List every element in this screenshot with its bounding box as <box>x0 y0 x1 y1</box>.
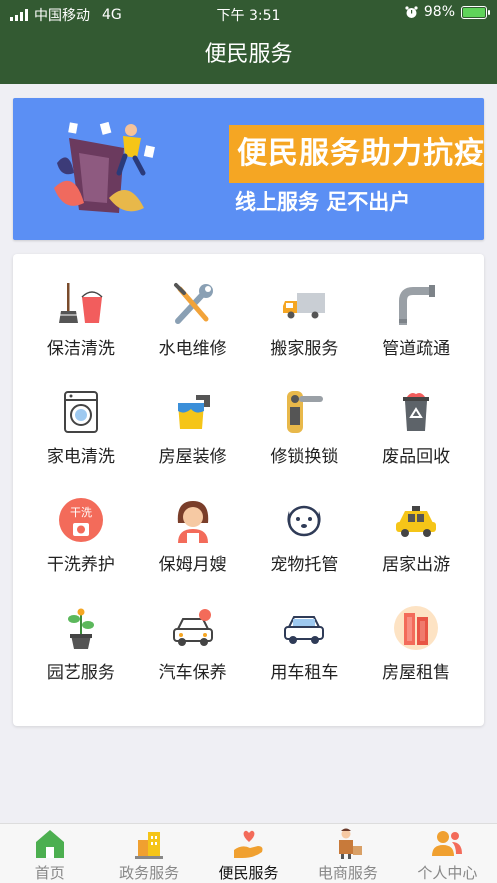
page-title: 便民服务 <box>0 26 497 84</box>
service-label: 宠物托管 <box>270 555 339 575</box>
banner-illustration <box>54 121 155 213</box>
taxi-icon <box>392 496 440 544</box>
user-profile-icon <box>430 828 464 860</box>
service-label: 管道疏通 <box>382 339 451 359</box>
mop-bucket-icon <box>57 280 105 328</box>
car-rental-icon <box>280 604 328 652</box>
service-renovation[interactable]: 房屋装修 <box>137 388 249 496</box>
battery-icon <box>461 5 490 19</box>
service-label: 用车租车 <box>270 663 339 683</box>
status-bar-right: 98% <box>405 4 490 20</box>
tab-government-services[interactable]: 政务服务 <box>99 824 198 883</box>
service-label: 房屋租售 <box>382 663 451 683</box>
tab-ecommerce-services[interactable]: 电商服务 <box>298 824 397 883</box>
service-label: 搬家服务 <box>270 339 339 359</box>
service-appliance-cleaning[interactable]: 家电清洗 <box>25 388 137 496</box>
battery-percent: 98% <box>423 4 455 20</box>
service-label: 水电维修 <box>158 339 227 359</box>
heart-hand-icon <box>232 828 266 860</box>
service-cleaning[interactable]: 保洁清洗 <box>25 280 137 388</box>
tab-personal-center[interactable]: 个人中心 <box>398 824 497 883</box>
service-pet-care[interactable]: 宠物托管 <box>249 496 361 604</box>
car-service-icon <box>169 604 217 652</box>
service-gardening[interactable]: 园艺服务 <box>25 604 137 712</box>
door-lock-icon <box>280 388 328 436</box>
service-label: 家电清洗 <box>46 447 115 467</box>
service-car-rental[interactable]: 用车租车 <box>249 604 361 712</box>
service-label: 干洗养护 <box>46 555 115 575</box>
paint-bucket-icon <box>169 388 217 436</box>
pipe-icon <box>392 280 440 328</box>
service-nanny[interactable]: 保姆月嫂 <box>137 496 249 604</box>
service-recycling[interactable]: 废品回收 <box>360 388 472 496</box>
tab-convenience-services[interactable]: 便民服务 <box>199 824 298 883</box>
status-bar: 中国移动 4G 下午 3:51 98% <box>0 0 497 26</box>
bottom-tab-bar: 首页 政务服务 便民服务 电商服务 个人中心 <box>0 823 497 883</box>
government-building-icon <box>132 828 166 860</box>
banner-subline: 线上服务 足不出户 <box>235 190 411 214</box>
tab-label: 电商服务 <box>317 864 378 882</box>
recycle-bin-icon <box>392 388 440 436</box>
tab-home[interactable]: 首页 <box>0 824 99 883</box>
service-locksmith[interactable]: 修锁换锁 <box>249 388 361 496</box>
alarm-clock-icon <box>405 5 418 18</box>
service-pipe-unclog[interactable]: 管道疏通 <box>360 280 472 388</box>
service-label: 房屋装修 <box>158 447 227 467</box>
service-label: 居家出游 <box>382 555 451 575</box>
service-label: 园艺服务 <box>46 663 115 683</box>
service-travel[interactable]: 居家出游 <box>360 496 472 604</box>
washing-machine-icon <box>57 388 105 436</box>
service-grid: 保洁清洗 水电维修 搬家服务 管道疏通 家电清洗 房屋装修 修锁换锁 废品回收 … <box>25 280 472 712</box>
tab-label: 首页 <box>34 864 65 882</box>
moving-truck-icon <box>280 280 328 328</box>
banner-headline: 便民服务助力抗疫 <box>229 125 484 183</box>
nanny-icon <box>169 496 217 544</box>
service-house-rent-sale[interactable]: 房屋租售 <box>360 604 472 712</box>
service-dry-cleaning[interactable]: 干洗 干洗养护 <box>25 496 137 604</box>
service-label: 保姆月嫂 <box>158 555 227 575</box>
home-icon <box>33 828 67 860</box>
service-label: 汽车保养 <box>158 663 227 683</box>
dry-clean-icon: 干洗 <box>57 496 105 544</box>
dry-clean-badge: 干洗 <box>70 506 92 519</box>
tab-label: 便民服务 <box>218 864 279 882</box>
building-icon <box>392 604 440 652</box>
service-label: 保洁清洗 <box>46 339 115 359</box>
service-grid-card: 保洁清洗 水电维修 搬家服务 管道疏通 家电清洗 房屋装修 修锁换锁 废品回收 … <box>13 254 484 726</box>
wrench-screwdriver-icon <box>169 280 217 328</box>
service-label: 修锁换锁 <box>270 447 339 467</box>
delivery-person-icon <box>331 828 365 860</box>
service-plumbing-electric[interactable]: 水电维修 <box>137 280 249 388</box>
dog-icon <box>280 496 328 544</box>
service-car-maintenance[interactable]: 汽车保养 <box>137 604 249 712</box>
service-moving[interactable]: 搬家服务 <box>249 280 361 388</box>
promo-banner[interactable]: 便民服务助力抗疫 线上服务 足不出户 <box>13 98 484 240</box>
tab-label: 政务服务 <box>119 864 180 882</box>
battery-fill <box>463 7 485 17</box>
tab-label: 个人中心 <box>417 864 478 882</box>
potted-plant-icon <box>57 604 105 652</box>
service-label: 废品回收 <box>382 447 451 467</box>
